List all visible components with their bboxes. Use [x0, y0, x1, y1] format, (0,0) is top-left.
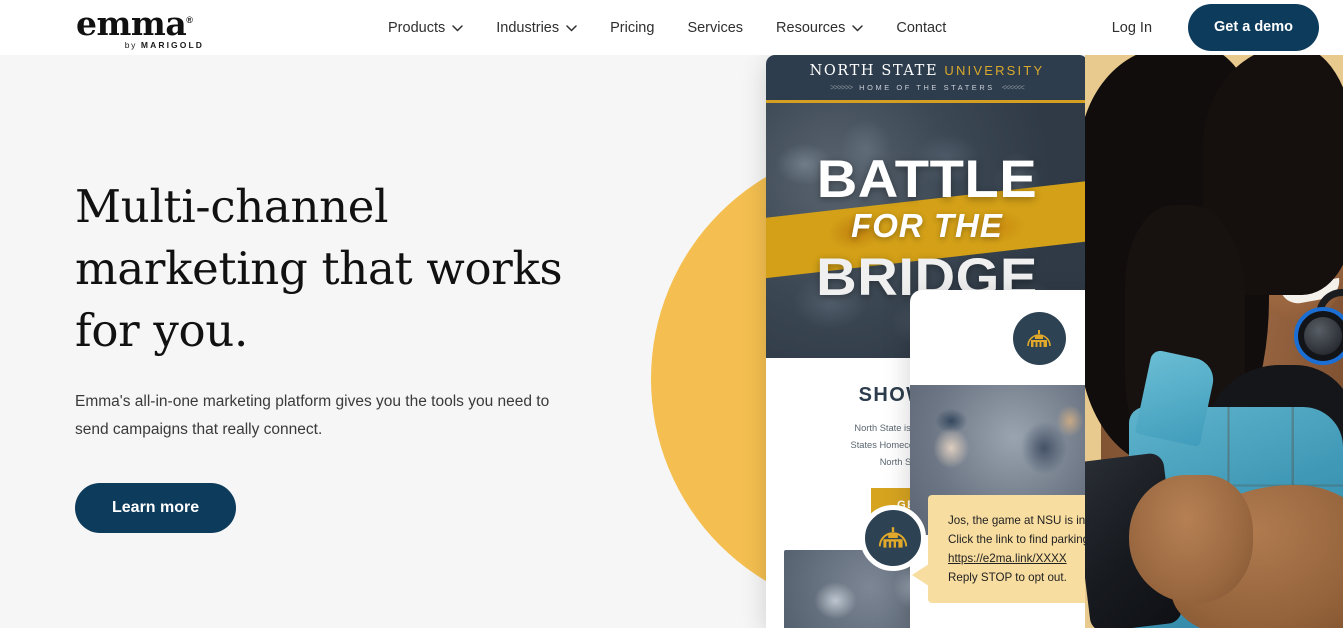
arrows-left-icon: <<<<<< [1001, 83, 1025, 92]
university-crest-icon [878, 527, 908, 548]
hero-person-photo [1085, 55, 1343, 628]
hero-copy: Multi-channel marketing that works for y… [75, 176, 635, 533]
header-actions: Log In Get a demo [1112, 0, 1319, 55]
hero-subhead: Emma's all-in-one marketing platform giv… [75, 393, 550, 438]
nav-item-products[interactable]: Products [388, 20, 463, 36]
nav-label-services: Services [687, 19, 744, 36]
logo-word-text: emma [76, 4, 187, 43]
nav-label-products: Products [388, 19, 446, 36]
page-title: Multi-channel marketing that works for y… [75, 176, 635, 362]
learn-more-button[interactable]: Learn more [75, 483, 237, 533]
nav-item-resources[interactable]: Resources [776, 19, 864, 36]
headline-line-2: marketing that works [75, 242, 563, 295]
emma-logo[interactable]: emma® by MARIGOLD [76, 5, 204, 50]
email-hero-word-battle: BATTLE [816, 150, 1038, 209]
nav-item-industries[interactable]: Industries [496, 20, 577, 36]
nav-label-pricing: Pricing [610, 19, 655, 36]
tagline-text: HOME OF THE STATERS [859, 83, 995, 92]
nav-item-services[interactable]: Services [687, 20, 743, 36]
person-hand [1129, 475, 1253, 603]
masthead-name: NORTH STATE [809, 63, 939, 79]
headline-line-3: for you. [75, 304, 248, 357]
university-crest-badge [1012, 312, 1066, 365]
logo-byline-prefix: by [124, 40, 141, 50]
arrows-right-icon: >>>>>> [830, 83, 853, 92]
chevron-down-icon [566, 25, 577, 32]
headphone-cup [1294, 307, 1343, 365]
email-tagline: >>>>>> HOME OF THE STATERS <<<<<< [830, 83, 1025, 92]
registered-trademark-icon: ® [186, 15, 193, 25]
nav-label-industries: Industries [496, 19, 560, 36]
chevron-down-icon [452, 25, 463, 32]
logo-wordmark: emma® [76, 5, 204, 40]
university-crest-icon [1027, 329, 1051, 347]
hero-visual: NORTH STATE UNIVERSITY >>>>>> HOME OF TH… [640, 55, 1343, 628]
nav-label-resources: Resources [776, 19, 846, 36]
logo-byline-name: MARIGOLD [140, 40, 204, 50]
university-crest-badge-secondary [860, 505, 926, 571]
get-a-demo-button[interactable]: Get a demo [1188, 4, 1319, 51]
sms-line-2-text: Click the link to find parking. [948, 533, 1093, 546]
email-university-name: NORTH STATE UNIVERSITY [810, 63, 1045, 79]
login-link[interactable]: Log In [1112, 20, 1152, 36]
nav-item-pricing[interactable]: Pricing [610, 20, 654, 36]
main-navigation: Products Industries Pricing Services Res… [388, 0, 946, 55]
masthead-name-gold: UNIVERSITY [944, 63, 1045, 78]
headline-line-1: Multi-channel [75, 180, 389, 233]
nav-label-contact: Contact [896, 19, 947, 36]
email-hero-word-forthe: FOR THE [851, 207, 1003, 244]
email-masthead: NORTH STATE UNIVERSITY >>>>>> HOME OF TH… [766, 55, 1088, 103]
headphones-icon [1290, 289, 1343, 379]
nav-item-contact[interactable]: Contact [896, 20, 946, 36]
chevron-down-icon [852, 25, 864, 32]
site-header: emma® by MARIGOLD Products Industries Pr… [0, 0, 1343, 55]
landing-page: emma® by MARIGOLD Products Industries Pr… [0, 0, 1343, 628]
